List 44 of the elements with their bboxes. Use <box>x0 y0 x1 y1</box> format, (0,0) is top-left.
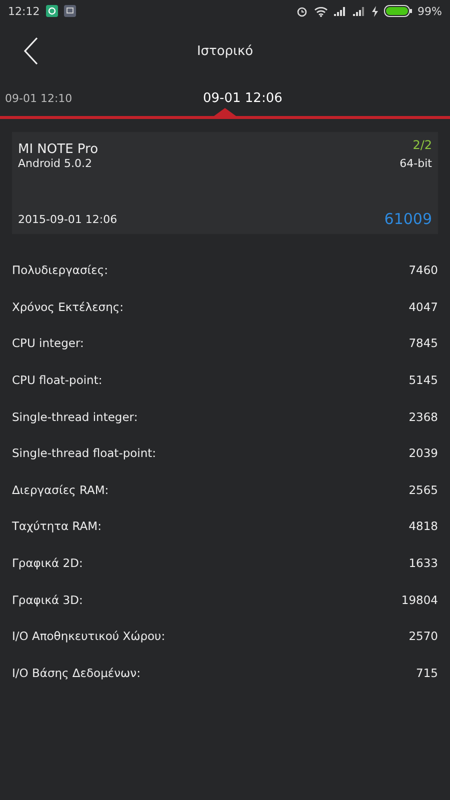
result-value: 4047 <box>408 300 438 314</box>
device-name: MI NOTE Pro <box>18 142 98 157</box>
total-score: 61009 <box>384 210 432 228</box>
os-version: Android 5.0.2 <box>18 157 92 170</box>
result-label: Single-thread float-point: <box>12 446 156 460</box>
signal-icon <box>334 6 347 16</box>
result-label: Χρόνος Εκτέλεσης: <box>12 300 124 314</box>
status-time: 12:12 <box>8 4 40 18</box>
test-date: 2015-09-01 12:06 <box>18 212 118 226</box>
alarm-icon <box>296 5 308 17</box>
result-value: 4818 <box>408 519 438 534</box>
result-label: I/O Βάσης Δεδομένων: <box>12 666 140 680</box>
date-tab[interactable]: 09-01 12:10 <box>0 92 72 104</box>
result-value: 715 <box>416 666 438 680</box>
result-value: 2368 <box>408 410 438 424</box>
app-icon <box>64 5 76 17</box>
signal-icon <box>352 6 366 16</box>
result-label: Πολυδιεργασίες: <box>12 263 108 278</box>
result-label: CPU integer: <box>12 336 84 350</box>
wifi-icon <box>314 6 328 16</box>
charging-icon <box>372 6 378 16</box>
result-value: 1633 <box>408 556 438 570</box>
result-label: I/O Αποθηκευτικού Χώρου: <box>12 629 166 644</box>
back-icon[interactable] <box>23 37 39 65</box>
battery-icon <box>384 5 412 17</box>
result-value: 5145 <box>408 373 438 388</box>
result-value: 2565 <box>408 482 438 497</box>
result-value: 2570 <box>408 629 438 644</box>
result-label: Γραφικά 2D: <box>12 556 83 570</box>
screen-title: Ιστορικό <box>196 44 254 58</box>
battery-percent: 99% <box>418 4 442 18</box>
result-value: 2039 <box>408 446 438 460</box>
result-label: Γραφικά 3D: <box>12 592 83 607</box>
result-value: 7460 <box>408 263 438 278</box>
result-value: 19804 <box>401 592 438 607</box>
result-value: 7845 <box>408 336 438 350</box>
app-icon <box>46 5 58 17</box>
architecture: 64-bit <box>400 157 432 170</box>
result-label: CPU float-point: <box>12 373 102 388</box>
result-label: Ταχύτητα RAM: <box>12 519 102 534</box>
page-counter: 2/2 <box>412 138 432 152</box>
result-label: Διεργασίες RAM: <box>12 482 109 497</box>
result-label: Single-thread integer: <box>12 410 138 424</box>
date-tab[interactable]: 09-01 12:06 <box>198 90 282 106</box>
